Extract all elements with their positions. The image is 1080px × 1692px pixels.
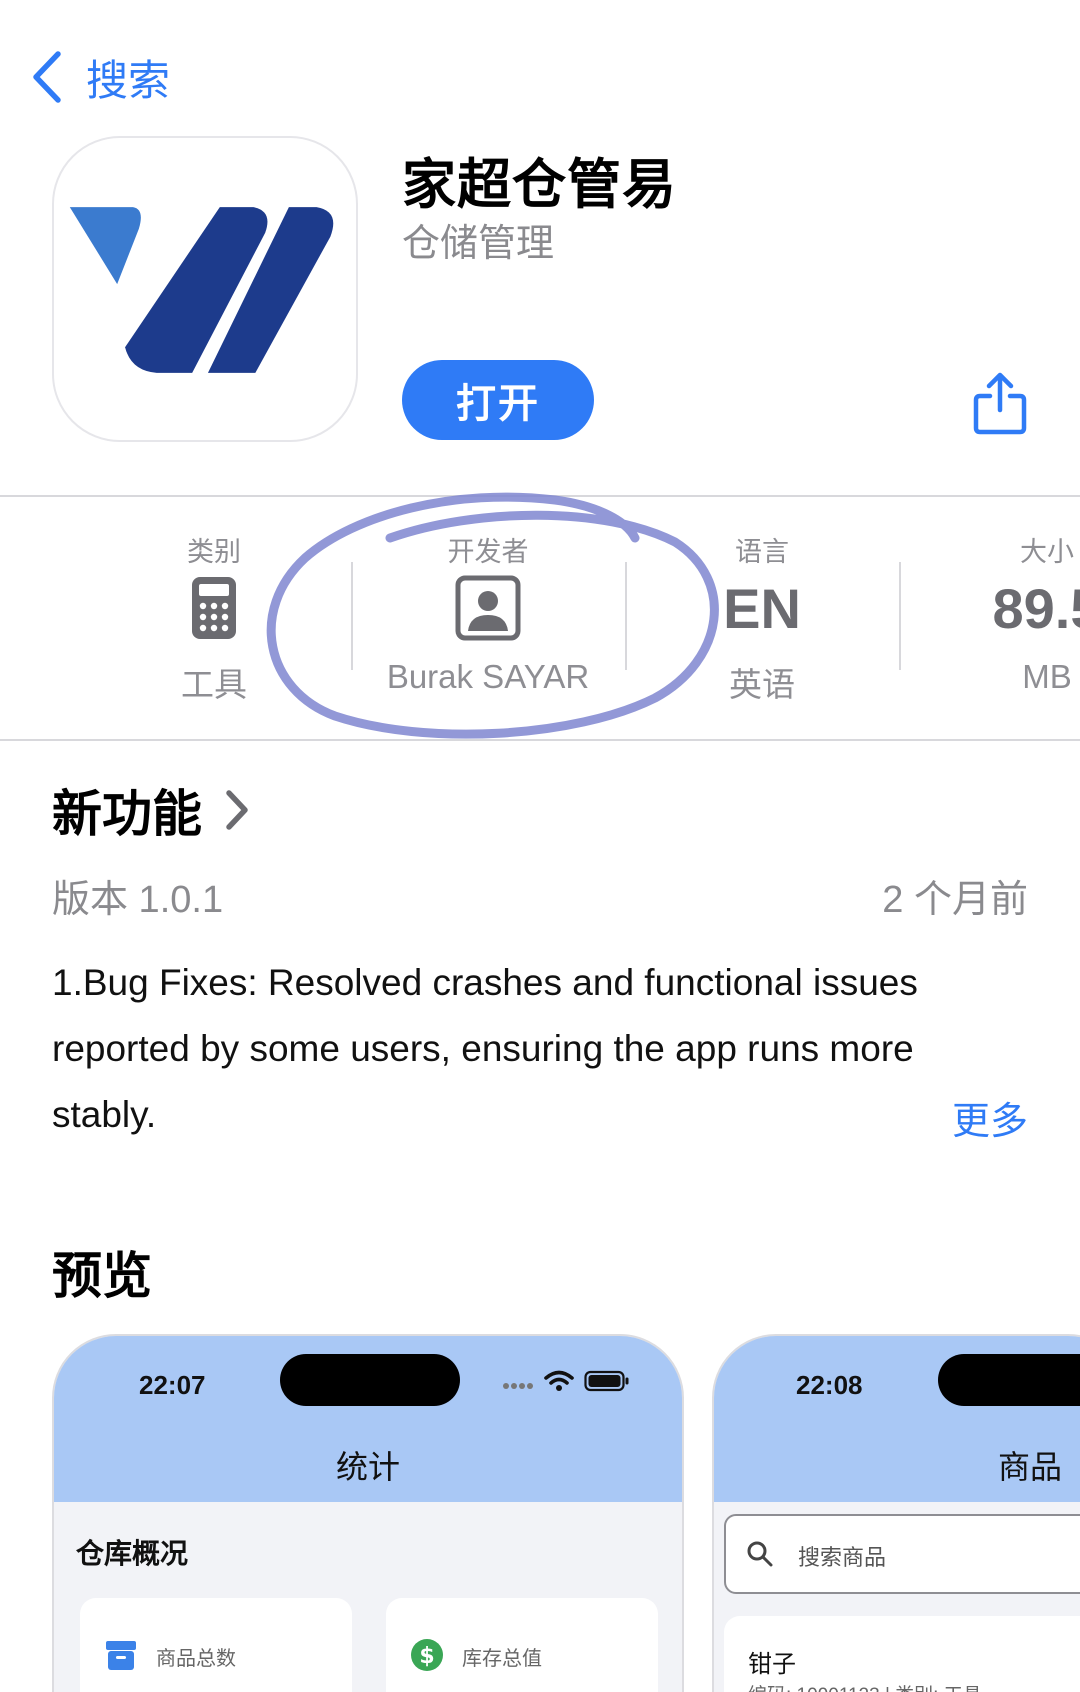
whats-new-header[interactable]: 新功能: [52, 774, 250, 846]
screenshot-title: 统计: [335, 1449, 400, 1485]
item-meta: 编码: 10901123 | 类别: 工具: [748, 1680, 982, 1692]
share-button[interactable]: [970, 370, 1030, 436]
dynamic-island: [938, 1354, 1080, 1406]
preview-title: 预览: [52, 1248, 152, 1304]
chevron-right-icon: [226, 790, 248, 830]
preview-screenshot[interactable]: 22:07 统计 仓库概况 商品总数 $ 库存总值: [52, 1334, 684, 1692]
archive-box-icon: [106, 1641, 136, 1670]
status-time: 22:08: [796, 1370, 863, 1400]
release-notes: 1.Bug Fixes: Resolved crashes and functi…: [52, 962, 918, 1135]
open-button[interactable]: 打开: [402, 360, 594, 440]
divider: [899, 562, 901, 670]
back-button-label: 搜索: [86, 56, 171, 104]
status-time: 22:07: [139, 1370, 206, 1400]
person-square-icon: [455, 575, 521, 641]
info-category-header: 类别: [187, 537, 241, 567]
info-size-unit: MB: [1022, 658, 1072, 695]
dynamic-island: [280, 1354, 460, 1406]
signal-dots-icon: [503, 1383, 533, 1389]
whats-new-title: 新功能: [52, 786, 202, 842]
screenshot-title: 商品: [998, 1449, 1063, 1485]
info-language-code: EN: [723, 576, 801, 640]
stat-card-label: 库存总值: [462, 1648, 542, 1670]
version-label: 版本 1.0.1: [52, 879, 224, 921]
info-developer[interactable]: 开发者 Burak SAYAR: [351, 496, 625, 726]
info-category-value: 工具: [181, 666, 247, 703]
info-size[interactable]: 大小 89.5 MB: [910, 496, 1080, 726]
chevron-left-icon: [33, 51, 61, 103]
battery-icon: [584, 1370, 629, 1392]
app-title: 家超仓管易: [402, 155, 677, 215]
info-language-value: 英语: [729, 666, 795, 703]
search-placeholder: 搜索商品: [798, 1545, 887, 1570]
calculator-icon: [192, 577, 236, 639]
info-size-header: 大小: [1020, 537, 1074, 567]
search-field[interactable]: 搜索商品: [724, 1514, 1080, 1594]
app-icon: [52, 136, 358, 442]
stat-card: 商品总数: [80, 1598, 352, 1692]
info-size-number: 89.5: [992, 576, 1080, 640]
info-developer-value: Burak SAYAR: [386, 658, 590, 695]
svg-text:$: $: [419, 1644, 434, 1669]
share-icon: [973, 372, 1027, 435]
info-category[interactable]: 类别 工具: [77, 496, 351, 726]
more-link[interactable]: 更多: [952, 1090, 1028, 1145]
wifi-icon: [544, 1370, 574, 1391]
list-item: 钳子 编码: 10901123 | 类别: 工具: [724, 1616, 1080, 1692]
back-button[interactable]: 搜索: [30, 46, 170, 108]
preview-screenshot[interactable]: 22:08 商品 搜索商品 钳子 编码: 10901123 | 类别: 工具: [712, 1334, 1080, 1692]
divider: [0, 739, 1080, 741]
search-icon: [747, 1541, 773, 1567]
stat-card-label: 商品总数: [156, 1648, 236, 1670]
release-time-ago: 2 个月前: [882, 879, 1028, 921]
app-store-page: 搜索 家超仓管易 仓储管理 打开 类别 工具 开发者 Burak SAYAR 语…: [0, 0, 1080, 1692]
stat-card: $ 库存总值: [386, 1598, 658, 1692]
app-subtitle: 仓储管理: [402, 223, 555, 265]
item-name: 钳子: [748, 1651, 796, 1678]
warehouse-overview-title: 仓库概况: [76, 1538, 189, 1569]
dollar-circle-icon: $: [411, 1639, 443, 1671]
info-language-header: 语言: [735, 537, 789, 567]
info-developer-header: 开发者: [447, 537, 529, 567]
info-language[interactable]: 语言 EN 英语: [625, 496, 899, 726]
